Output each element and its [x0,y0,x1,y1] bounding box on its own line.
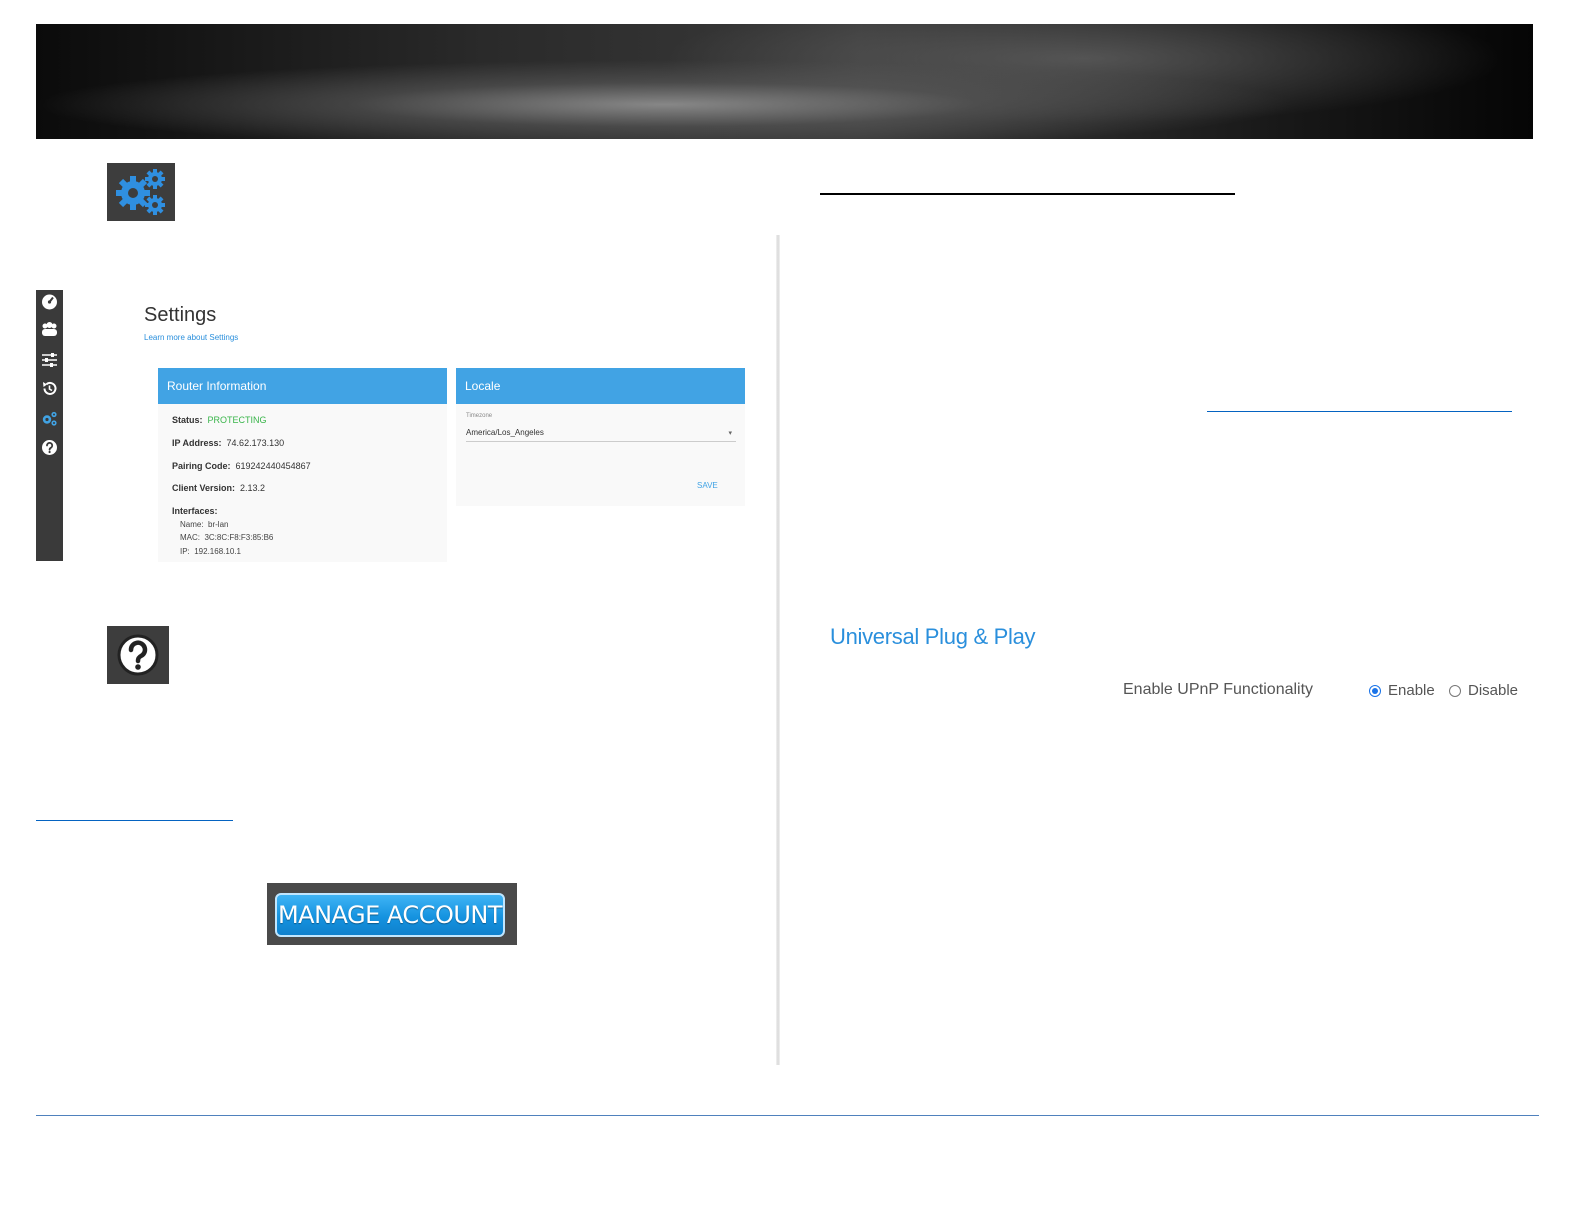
disable-radio[interactable] [1449,684,1461,697]
people-icon[interactable] [41,321,58,338]
settings-tile [107,163,175,221]
client-version-row: Client Version: 2.13.2 [172,483,266,493]
router-info-header: Router Information [158,368,447,404]
upnp-title: Universal Plug & Play [830,624,1036,649]
history-icon[interactable] [41,380,58,397]
status-row: Status: PROTECTING [172,415,267,425]
manage-account-frame: MANAGE ACCOUNT [267,883,517,945]
help-tile [107,626,169,684]
header-banner [36,24,1533,139]
iface-ip-row: IP: 192.168.10.1 [180,547,241,556]
iface-name-row: Name: br-lan [180,520,229,529]
page-title: Settings [144,304,217,326]
sliders-icon[interactable] [41,351,58,368]
question-circle-icon [117,634,159,676]
iface-mac-row: MAC: 3C:8C:F8:F3:85:B6 [180,533,274,542]
dashboard-gauge-icon[interactable] [41,293,58,310]
column-divider [776,235,780,1065]
upnp-label: Enable UPnP Functionality [1123,681,1314,698]
link-underline [36,820,233,821]
ip-row: IP Address: 74.62.173.130 [172,438,285,448]
interfaces-label: Interfaces: [172,506,218,516]
sidebar-rail [36,290,63,561]
locale-card: Locale Timezone America/Los_Angeles ▾ SA… [456,368,745,506]
enable-radio[interactable] [1369,684,1381,697]
locale-header: Locale [456,368,745,404]
upnp-enable-option[interactable]: Enable [1369,682,1435,699]
footer-line [36,1115,1539,1116]
manage-account-button[interactable]: MANAGE ACCOUNT [275,893,505,937]
gears-icon[interactable] [41,410,58,427]
settings-screenshot: Settings Learn more about Settings Route… [36,290,752,562]
timezone-label: Timezone [466,413,493,419]
timezone-select[interactable]: America/Los_Angeles ▾ [466,428,736,442]
learn-more-link[interactable]: Learn more about Settings [144,333,238,342]
status-badge: PROTECTING [207,415,267,425]
save-button[interactable]: SAVE [697,481,718,490]
help-icon[interactable] [41,439,58,456]
router-info-card: Router Information Status: PROTECTING IP… [158,368,447,562]
upnp-disable-option[interactable]: Disable [1449,682,1518,699]
heading-rule [820,193,1235,195]
caret-down-icon: ▾ [728,430,732,437]
pairing-row: Pairing Code: 619242440454867 [172,461,311,471]
link-underline [1207,411,1512,412]
gears-icon [116,169,165,215]
